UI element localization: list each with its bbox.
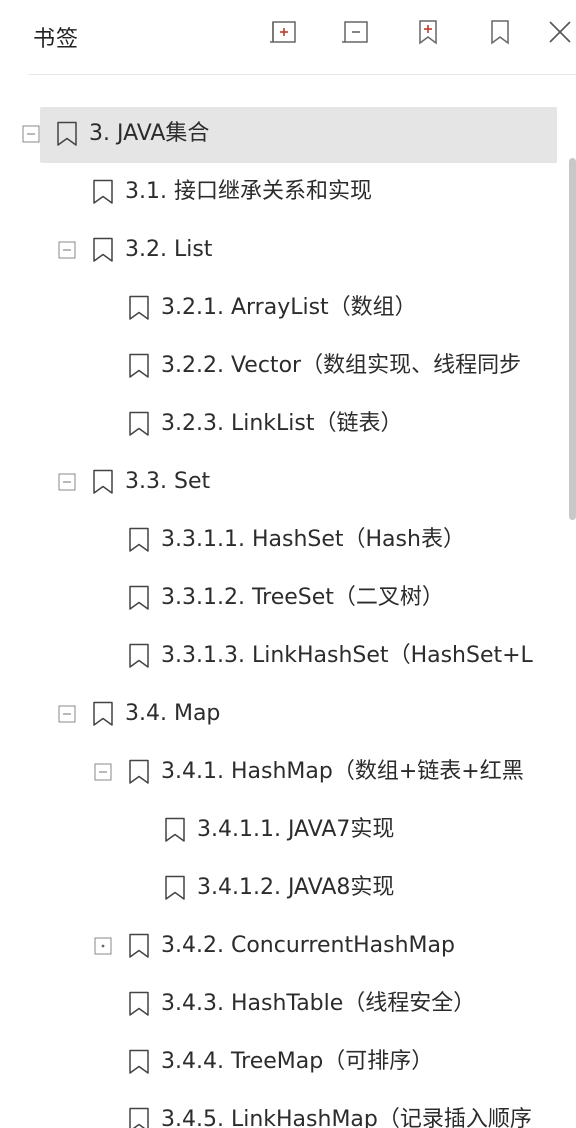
collapse-toggle-icon[interactable]	[58, 705, 76, 723]
bookmark-icon	[92, 701, 114, 727]
add-bookmark-button[interactable]	[411, 15, 445, 49]
bookmark-row[interactable]: 3.4.1. HashMap（数组+链表+红黑	[0, 743, 576, 801]
bookmark-label: 3.4. Map	[125, 701, 221, 726]
collapse-toggle-icon[interactable]	[58, 473, 76, 491]
bookmark-label: 3.4.1.2. JAVA8实现	[197, 875, 395, 900]
bookmark-icon	[164, 875, 186, 901]
bookmark-label: 3.4.3. HashTable（线程安全）	[161, 991, 476, 1016]
expand-toggle-icon[interactable]	[94, 937, 112, 955]
bookmark-icon	[128, 759, 150, 785]
bookmark-row[interactable]: 3.2.3. LinkList（链表）	[0, 395, 576, 453]
bookmark-label: 3.2. List	[125, 237, 213, 262]
expand-all-icon	[270, 21, 296, 43]
bookmark-label: 3.2.2. Vector（数组实现、线程同步	[161, 353, 522, 378]
collapse-toggle-icon[interactable]	[22, 125, 40, 143]
bookmark-label: 3.4.2. ConcurrentHashMap	[161, 933, 455, 958]
bookmark-icon	[92, 237, 114, 263]
bookmark-label: 3.1. 接口继承关系和实现	[125, 179, 372, 204]
close-button[interactable]	[543, 15, 576, 49]
bookmark-icon	[128, 991, 150, 1017]
bookmark-icon	[128, 1049, 150, 1075]
collapse-all-icon	[342, 21, 368, 43]
bookmark-row[interactable]: 3.3.1.3. LinkHashSet（HashSet+L	[0, 627, 576, 685]
bookmark-icon	[128, 527, 150, 553]
bookmark-row[interactable]: 3.2.2. Vector（数组实现、线程同步	[0, 337, 576, 395]
bookmark-label: 3.3.1.3. LinkHashSet（HashSet+L	[161, 643, 533, 668]
bookmark-icon	[92, 469, 114, 495]
bookmark-row[interactable]: 3.4. Map	[0, 685, 576, 743]
collapse-all-button[interactable]	[339, 15, 373, 49]
add-bookmark-icon	[419, 20, 437, 45]
bookmark-row[interactable]: 3.4.1.1. JAVA7实现	[0, 801, 576, 859]
bookmark-icon	[128, 643, 150, 669]
bookmark-row[interactable]: 3.4.5. LinkHashMap（记录插入顺序	[0, 1091, 576, 1128]
bookmark-panel: 书签 3. JAVA集合 3.1. 接口继承关系和实现 3.2. List 3.…	[0, 0, 576, 1128]
bookmark-row[interactable]: 3.2. List	[0, 221, 576, 279]
bookmark-icon	[128, 933, 150, 959]
bookmark-label: 3.2.3. LinkList（链表）	[161, 411, 403, 436]
bookmark-label: 3. JAVA集合	[89, 121, 210, 146]
bookmark-label: 3.3. Set	[125, 469, 211, 494]
bookmark-button[interactable]	[483, 15, 517, 49]
expand-all-button[interactable]	[267, 15, 301, 49]
header-divider	[28, 74, 576, 75]
collapse-toggle-icon[interactable]	[94, 763, 112, 781]
bookmark-icon	[128, 295, 150, 321]
bookmark-row[interactable]: 3.4.1.2. JAVA8实现	[0, 859, 576, 917]
bookmark-row[interactable]: 3.4.3. HashTable（线程安全）	[0, 975, 576, 1033]
bookmark-icon	[128, 1107, 150, 1128]
panel-header: 书签	[0, 0, 576, 74]
bookmark-label: 3.4.1. HashMap（数组+链表+红黑	[161, 759, 524, 784]
bookmark-label: 3.3.1.2. TreeSet（二叉树）	[161, 585, 444, 610]
close-icon	[549, 21, 571, 43]
scrollbar-thumb[interactable]	[569, 158, 576, 520]
bookmark-icon	[128, 353, 150, 379]
bookmark-icon	[56, 121, 78, 147]
bookmark-row[interactable]: 3.4.4. TreeMap（可排序）	[0, 1033, 576, 1091]
bookmark-label: 3.2.1. ArrayList（数组）	[161, 295, 417, 320]
bookmark-label: 3.4.5. LinkHashMap（记录插入顺序	[161, 1107, 532, 1128]
bookmark-label: 3.4.4. TreeMap（可排序）	[161, 1049, 434, 1074]
bookmark-row[interactable]: 3.3.1.1. HashSet（Hash表）	[0, 511, 576, 569]
bookmark-icon	[164, 817, 186, 843]
bookmark-row[interactable]: 3. JAVA集合	[0, 105, 576, 163]
bookmark-row[interactable]: 3.3.1.2. TreeSet（二叉树）	[0, 569, 576, 627]
bookmark-label: 3.4.1.1. JAVA7实现	[197, 817, 395, 842]
bookmark-label: 3.3.1.1. HashSet（Hash表）	[161, 527, 465, 552]
bookmark-row[interactable]: 3.1. 接口继承关系和实现	[0, 163, 576, 221]
bookmark-icon	[128, 585, 150, 611]
bookmark-icon	[92, 179, 114, 205]
bookmark-row[interactable]: 3.2.1. ArrayList（数组）	[0, 279, 576, 337]
panel-title: 书签	[33, 27, 80, 52]
bookmark-row[interactable]: 3.4.2. ConcurrentHashMap	[0, 917, 576, 975]
collapse-toggle-icon[interactable]	[58, 241, 76, 259]
bookmark-icon	[128, 411, 150, 437]
bookmark-icon	[491, 20, 509, 45]
bookmark-row[interactable]: 3.3. Set	[0, 453, 576, 511]
